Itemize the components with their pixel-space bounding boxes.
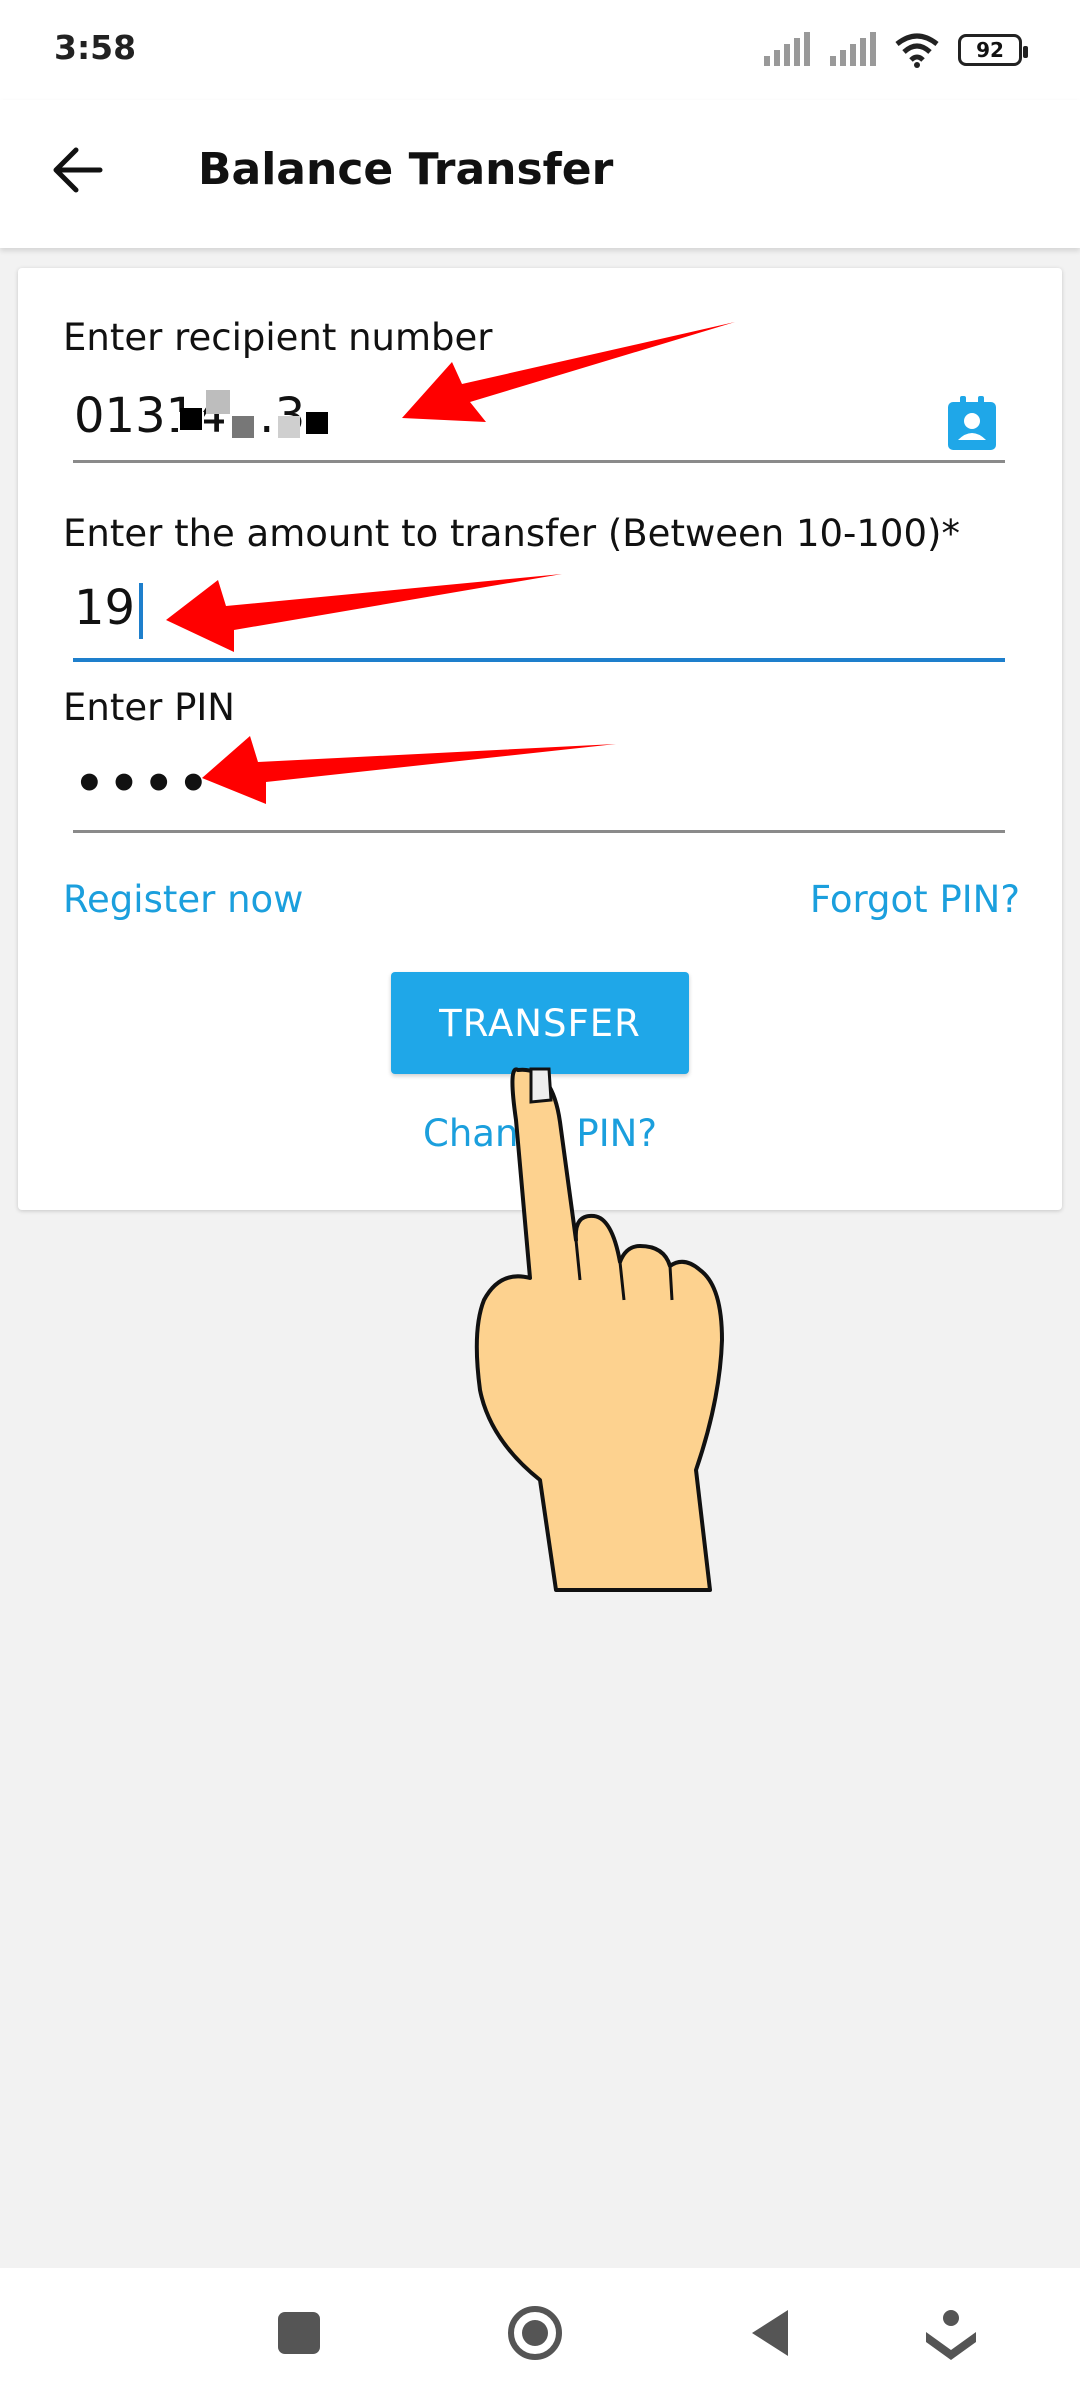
recipient-underline — [73, 460, 1005, 463]
arrow-left-icon[interactable] — [48, 140, 108, 200]
status-bar: 3:58 92 — [0, 0, 1080, 100]
recents-square-icon[interactable] — [264, 2298, 334, 2368]
contact-book-icon[interactable] — [942, 394, 1002, 454]
signal-icon — [764, 32, 810, 66]
redaction-block — [180, 408, 202, 430]
redaction-block — [232, 416, 254, 438]
back-triangle-icon[interactable] — [736, 2298, 806, 2368]
amount-input[interactable]: 19 — [74, 580, 144, 639]
recipient-label: Enter recipient number — [63, 316, 493, 359]
forgot-pin-link[interactable]: Forgot PIN? — [810, 878, 1020, 921]
redaction-block — [206, 390, 230, 414]
wifi-icon — [895, 33, 939, 68]
status-icons: 92 — [762, 30, 1028, 70]
register-now-link[interactable]: Register now — [63, 878, 303, 921]
assistant-icon[interactable] — [916, 2298, 986, 2368]
transfer-button[interactable]: TRANSFER — [391, 972, 689, 1074]
amount-label: Enter the amount to transfer (Between 10… — [63, 512, 960, 555]
transfer-form-card: Enter recipient number 01314…3 Enter the… — [18, 268, 1062, 1210]
redaction-block — [306, 412, 328, 434]
home-circle-icon[interactable] — [500, 2298, 570, 2368]
signal-icon-2 — [830, 32, 876, 66]
pin-underline — [73, 830, 1005, 833]
battery-icon: 92 — [958, 34, 1028, 66]
status-time: 3:58 — [54, 28, 137, 67]
pin-label: Enter PIN — [63, 686, 235, 729]
amount-value: 19 — [74, 580, 136, 636]
pin-input[interactable]: •••• — [74, 756, 213, 812]
app-bar: Balance Transfer — [0, 100, 1080, 248]
system-nav-bar — [0, 2268, 1080, 2400]
redaction-block — [278, 416, 300, 438]
page-title: Balance Transfer — [198, 144, 614, 195]
amount-underline — [73, 658, 1005, 662]
change-pin-link[interactable]: Change PIN? — [18, 1112, 1062, 1155]
text-cursor — [139, 583, 144, 639]
